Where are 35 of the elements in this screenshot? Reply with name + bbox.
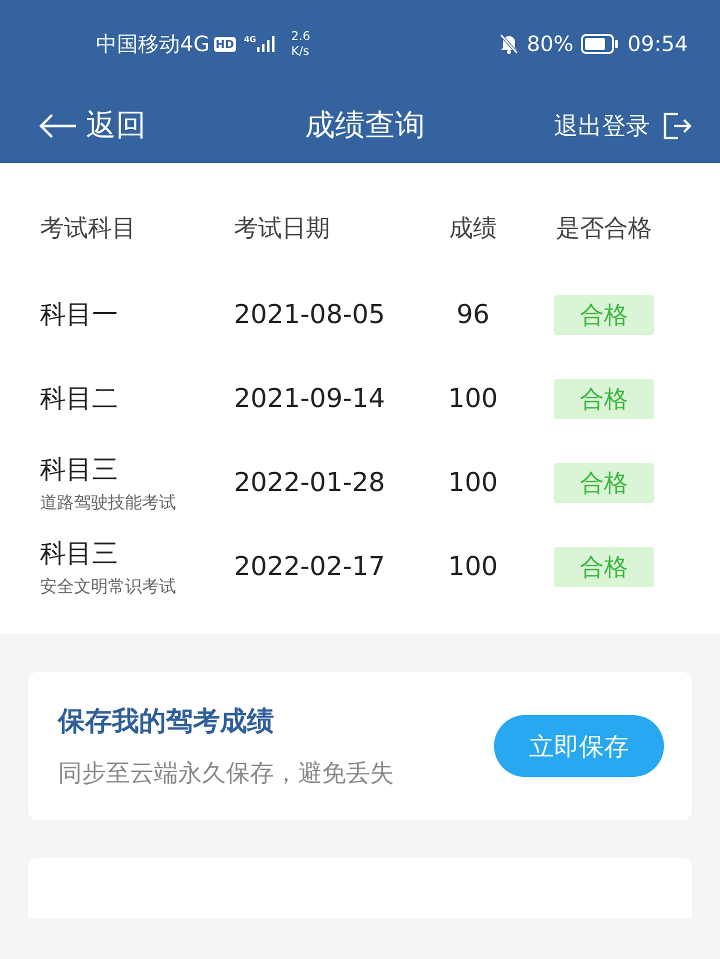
hd-badge: HD (214, 36, 236, 52)
battery-icon (581, 34, 620, 54)
result-tag: 合格 (554, 462, 654, 502)
column-header: 考试科目 (40, 213, 137, 244)
column-header: 考试日期 (234, 213, 331, 244)
exam-score: 100 (447, 384, 499, 414)
clock-time: 09:54 (627, 32, 688, 56)
page-title: 成绩查询 (305, 107, 425, 145)
result-tag: 合格 (554, 294, 654, 334)
carrier-name: 中国移动4G (96, 31, 210, 58)
exam-score: 100 (447, 552, 499, 582)
back-arrow-icon[interactable] (38, 112, 78, 138)
exam-date: 2022-02-17 (234, 552, 386, 582)
network-speed: 2.6 K/s (291, 29, 310, 59)
exam-date: 2021-08-05 (234, 300, 386, 330)
result-tag: 合格 (554, 378, 654, 418)
exam-date: 2021-09-14 (234, 384, 386, 414)
exam-score: 96 (455, 300, 491, 330)
subject-name: 科目一 (40, 299, 119, 332)
card-title: 保存我的驾考成绩 (58, 705, 275, 739)
subject-name: 科目三 (40, 538, 119, 570)
battery-percent: 80% (526, 32, 574, 56)
subject-note: 安全文明常识考试 (40, 576, 177, 598)
subject-note: 道路驾驶技能考试 (40, 492, 177, 514)
exam-date: 2022-01-28 (234, 468, 386, 498)
back-link[interactable]: 返回 (38, 105, 146, 146)
exam-score: 100 (447, 468, 499, 498)
card-subtitle: 同步至云端永久保存，避免丢失 (58, 758, 394, 789)
logout-link[interactable]: 退出登录 (554, 110, 692, 142)
column-header: 是否合格 (555, 213, 653, 244)
result-tag: 合格 (554, 546, 654, 586)
column-header: 成绩 (448, 213, 498, 244)
subject-name: 科目三 (40, 454, 119, 486)
logout-icon[interactable] (662, 112, 692, 140)
subject-name: 科目二 (40, 383, 119, 416)
